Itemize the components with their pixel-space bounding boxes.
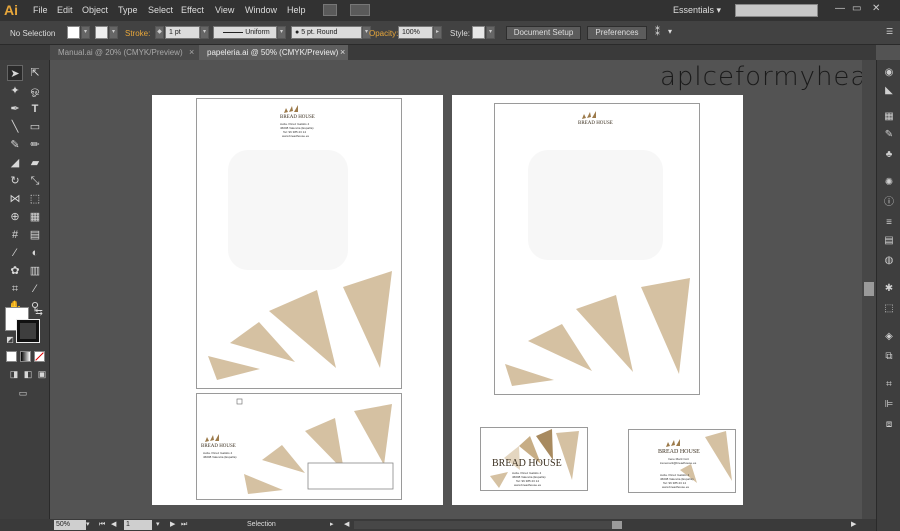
align-panel-icon[interactable]: ⊫ — [881, 398, 897, 412]
letterhead-logo-icon — [284, 105, 298, 113]
panel-dock: ◉ ◣ ▦ ✎ ♣ ✺ ⓘ ≡ ▤ ◍ ✱ ⬚ ◈ ⧉ ⌗ ⊫ ⧈ — [876, 60, 900, 531]
artwork-layer — [205, 105, 732, 494]
zoom-dropdown[interactable]: ▾ — [86, 520, 90, 530]
artboard-dropdown[interactable]: ▾ — [156, 520, 160, 530]
card-front-brand-name: BREAD HOUSE — [492, 458, 562, 469]
envelope-brand-name: BREAD HOUSE — [201, 444, 236, 449]
status-bar: 50% ▾ ⏮ ◀ 1 ▾ ▶ ⏭ Selection ▸ ◀ ▶ — [0, 519, 876, 531]
brushes-panel-icon[interactable]: ✎ — [881, 128, 897, 142]
letterhead-triangle — [230, 322, 295, 362]
stroke-panel-icon[interactable]: ≡ — [881, 216, 897, 230]
envelope-triangle — [262, 445, 305, 473]
page2-letterhead — [494, 103, 700, 395]
card-back-person-email: irenemarti@breadhouse.es — [660, 461, 697, 465]
card-back-web: www.breadhouse.es — [662, 485, 690, 489]
envelope-address-2: 46008 Valencia (España) — [203, 455, 237, 459]
layers-panel-icon[interactable]: ◈ — [881, 330, 897, 344]
card-front-web: www.breadhouse.es — [514, 483, 542, 487]
letterhead-triangle-group — [208, 271, 392, 380]
info-panel-icon[interactable]: ⓘ — [881, 196, 897, 210]
envelope-triangle — [244, 474, 283, 494]
envelope-address-window — [307, 462, 394, 490]
gradient-panel-icon[interactable]: ▤ — [881, 234, 897, 248]
next-artboard-icon[interactable]: ▶ — [170, 520, 175, 530]
letterhead-triangle — [343, 271, 392, 368]
graphic-styles-panel-icon[interactable]: ⬚ — [881, 302, 897, 316]
envelope-anchor-marker — [236, 398, 243, 405]
card-back-brand-name: BREAD HOUSE — [658, 449, 700, 455]
swatches-panel-icon[interactable]: ▦ — [881, 110, 897, 124]
letterhead-web: www.breadhouse.es — [282, 134, 310, 138]
status-menu-icon[interactable]: ▸ — [330, 520, 334, 530]
scroll-left-icon[interactable]: ◀ — [344, 520, 349, 530]
vertical-scrollbar[interactable] — [862, 60, 876, 520]
transform-panel-icon[interactable]: ⌗ — [881, 378, 897, 392]
vertical-scrollbar-thumb[interactable] — [864, 282, 874, 296]
color-panel-icon[interactable]: ◉ — [881, 66, 897, 80]
color-guide-icon[interactable]: ◣ — [881, 84, 897, 98]
letterhead-watermark-shape — [228, 150, 348, 270]
last-artboard-icon[interactable]: ⏭ — [181, 520, 187, 530]
pathfinder-panel-icon[interactable]: ⧈ — [881, 418, 897, 432]
artboards-panel-icon[interactable]: ⧉ — [881, 350, 897, 364]
horizontal-scrollbar-thumb[interactable] — [612, 521, 622, 529]
appearance-panel-icon[interactable]: ✱ — [881, 282, 897, 296]
transparency-panel-icon[interactable]: ◍ — [881, 254, 897, 268]
envelope-logo-icon — [205, 434, 219, 442]
graphic-styles-icon[interactable]: ✺ — [881, 176, 897, 190]
envelope-triangle — [354, 404, 392, 465]
page2-brand-name: BREAD HOUSE — [578, 121, 613, 126]
first-artboard-icon[interactable]: ⏮ — [99, 520, 105, 530]
previous-artboard-icon[interactable]: ◀ — [111, 520, 116, 530]
artboard-number-field[interactable]: 1 — [124, 520, 152, 530]
horizontal-scrollbar[interactable] — [354, 521, 612, 529]
letterhead-triangle — [208, 356, 260, 380]
letterhead-brand-name: BREAD HOUSE — [280, 115, 315, 120]
zoom-field[interactable]: 50% — [54, 520, 86, 530]
symbols-panel-icon[interactable]: ♣ — [881, 148, 897, 162]
scroll-right-icon[interactable]: ▶ — [851, 520, 856, 530]
status-mode: Selection — [247, 521, 276, 528]
